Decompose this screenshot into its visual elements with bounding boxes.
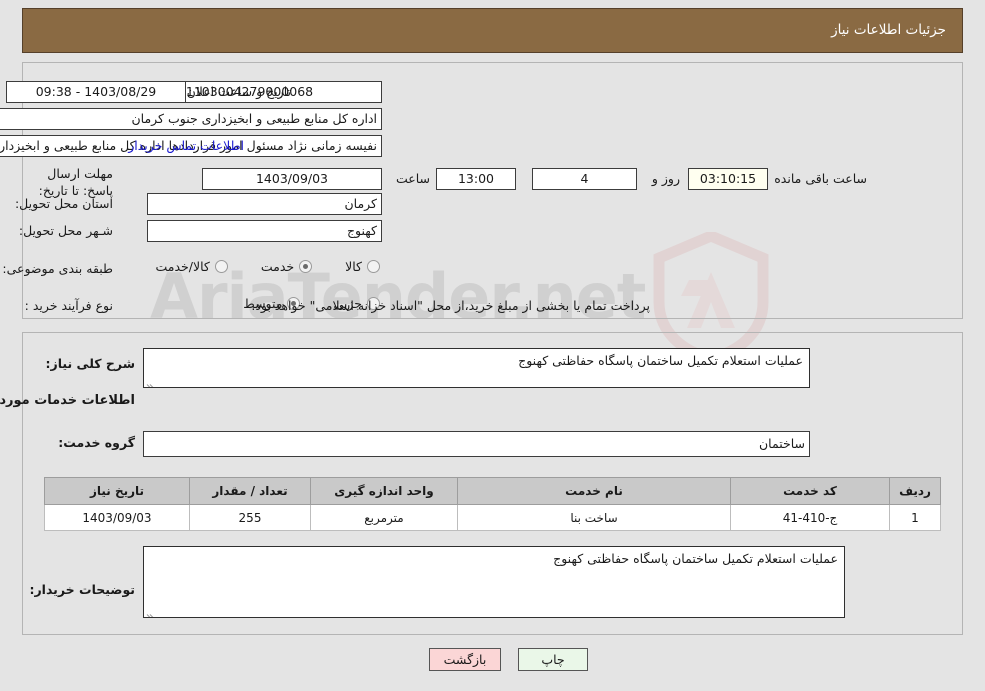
deadline-hour-label: ساعت (395, 171, 430, 186)
radio-icon[interactable] (299, 260, 313, 273)
cell-need-date: 1403/09/03 (44, 504, 190, 531)
province-label: استان محل تحویل: (14, 196, 113, 211)
column-header-code: کد خدمت (730, 477, 890, 505)
column-header-need-date: تاریخ نیاز (44, 477, 190, 505)
service-group-value: ساختمان (143, 431, 810, 457)
remaining-time-value: 03:10:15 (688, 168, 768, 190)
resize-grip-icon[interactable] (146, 374, 158, 387)
cell-unit: مترمربع (310, 504, 458, 531)
service-group-label: گروه خدمت: (58, 435, 135, 450)
page-header: جزئیات اطلاعات نیاز (22, 8, 963, 53)
services-section-title: اطلاعات خدمات مورد نیاز (0, 393, 135, 408)
need-summary-textarea[interactable]: عملیات استعلام تکمیل ساختمان پاسگاه حفاظ… (143, 348, 810, 388)
print-button[interactable]: چاپ (518, 648, 588, 671)
column-header-name: نام خدمت (457, 477, 731, 505)
radio-icon[interactable] (214, 260, 228, 273)
deadline-date-value: 1403/09/03 (202, 168, 382, 190)
radio-icon[interactable] (367, 260, 380, 273)
announce-date-value: 1403/08/29 - 09:38 (6, 81, 186, 103)
remaining-days-suffix: روز و (651, 171, 680, 186)
cell-row: 1 (889, 504, 941, 531)
category-option-label: خدمت (260, 259, 295, 274)
province-value: کرمان (147, 193, 382, 215)
buyer-contact-link[interactable]: اطلاعات تماس خریدار (128, 138, 244, 153)
buyer-notes-label: توضیحات خریدار: (29, 582, 135, 597)
back-button[interactable]: بازگشت (429, 648, 501, 671)
remaining-days-value: 4 (532, 168, 637, 190)
buyer-notes-textarea[interactable]: عملیات استعلام تکمیل ساختمان پاسگاه حفاظ… (143, 546, 845, 618)
process-label: نوع فرآیند خرید : (24, 298, 113, 313)
buyer-org-value: اداره کل منابع طبیعی و ابخیزداری جنوب کر… (0, 108, 382, 130)
remaining-time-suffix: ساعت باقی مانده (774, 171, 867, 186)
category-radio-group[interactable]: کالا خدمت کالا/خدمت (129, 259, 380, 274)
column-header-unit: واحد اندازه گیری (310, 477, 458, 505)
deadline-hour-value: 13:00 (436, 168, 516, 190)
column-header-quantity: تعداد / مقدار (189, 477, 311, 505)
buyer-notes-value: عملیات استعلام تکمیل ساختمان پاسگاه حفاظ… (553, 551, 838, 566)
table-header-row: ردیف کد خدمت نام خدمت واحد اندازه گیری ت… (44, 477, 941, 505)
services-table: ردیف کد خدمت نام خدمت واحد اندازه گیری ت… (44, 477, 941, 531)
cell-name: ساخت بنا (457, 504, 731, 531)
table-row: 1 ج-410-41 ساخت بنا مترمربع 255 1403/09/… (44, 504, 941, 531)
category-option-1[interactable]: خدمت (260, 259, 313, 274)
city-label: شـهر محل تحویل: (18, 223, 113, 238)
page-title: جزئیات اطلاعات نیاز (831, 22, 946, 38)
category-option-label: کالا (345, 259, 362, 274)
cell-code: ج-410-41 (730, 504, 890, 531)
category-label: طبقه بندی موضوعی: (2, 261, 113, 276)
category-option-0[interactable]: کالا (345, 259, 380, 274)
category-option-2[interactable]: کالا/خدمت (155, 259, 228, 274)
need-summary-value: عملیات استعلام تکمیل ساختمان پاسگاه حفاظ… (518, 353, 803, 368)
need-summary-label: شرح کلی نیاز: (45, 356, 135, 371)
city-value: کهنوج (147, 220, 382, 242)
cell-quantity: 255 (189, 504, 311, 531)
column-header-row: ردیف (889, 477, 941, 505)
payment-note: پرداخت تمام یا بخشی از مبلغ خرید،از محل … (251, 298, 650, 313)
resize-grip-icon[interactable] (146, 604, 158, 617)
deadline-label: مهلت ارسال پاسخ: تا تاریخ: (38, 166, 113, 198)
category-option-label: کالا/خدمت (155, 259, 210, 274)
